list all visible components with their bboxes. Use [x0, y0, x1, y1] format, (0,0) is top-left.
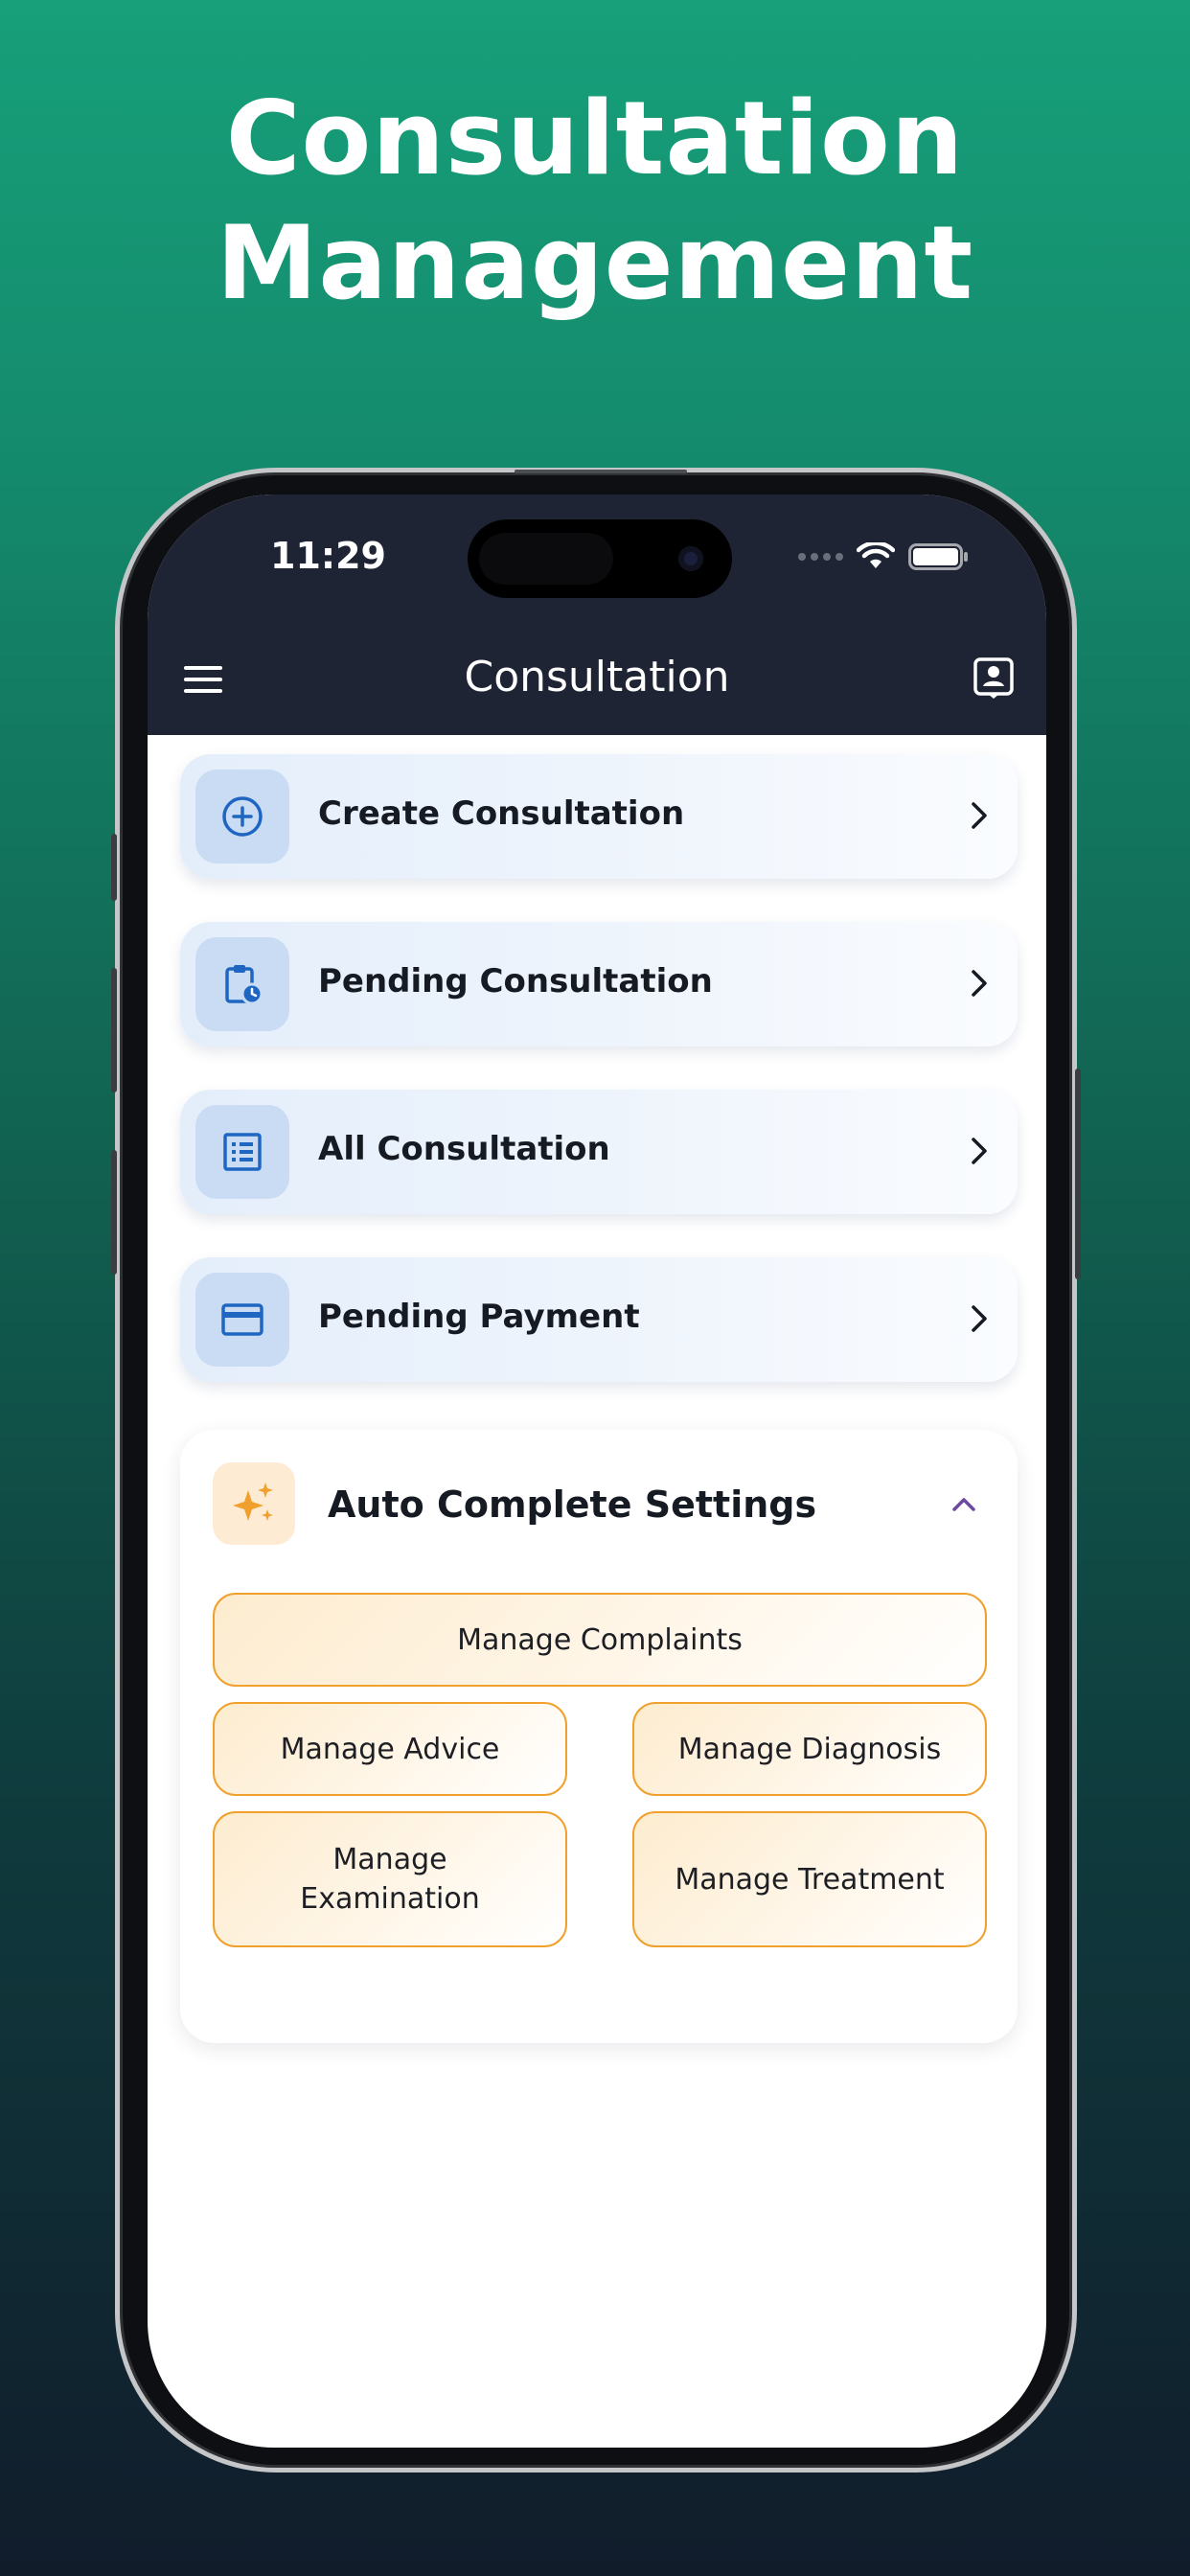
dynamic-island: [468, 519, 732, 598]
menu-item-label: Pending Consultation: [318, 962, 713, 1000]
manage-complaints-button[interactable]: Manage Complaints: [213, 1593, 987, 1687]
manage-examination-button[interactable]: Manage Examination: [213, 1811, 567, 1947]
chevron-right-icon: [972, 970, 987, 997]
plus-circle-icon: [222, 796, 263, 837]
power-button: [1075, 1069, 1081, 1279]
menu-icon-box: [195, 937, 289, 1031]
wifi-icon: [857, 542, 895, 568]
menu-item-label: Create Consultation: [318, 794, 685, 833]
status-icons: [798, 542, 970, 571]
island-sensor: [479, 533, 613, 585]
battery-icon: [908, 543, 968, 570]
pending-consultation-card[interactable]: Pending Consultation: [180, 922, 1018, 1046]
create-consultation-card[interactable]: Create Consultation: [180, 754, 1018, 879]
front-camera-icon: [678, 546, 703, 571]
manage-advice-button[interactable]: Manage Advice: [213, 1702, 567, 1796]
nav-bar: Consultation: [148, 624, 1046, 735]
nav-title: Consultation: [464, 653, 730, 702]
chevron-right-icon: [972, 1305, 987, 1332]
status-time: 11:29: [270, 535, 386, 577]
collapse-toggle[interactable]: [945, 1485, 983, 1524]
menu-item-label: Pending Payment: [318, 1298, 640, 1336]
action-button: [111, 834, 117, 901]
signal-dots-icon: [798, 553, 843, 561]
clipboard-clock-icon: [225, 965, 263, 1005]
manage-treatment-button[interactable]: Manage Treatment: [632, 1811, 987, 1947]
menu-icon-box: [195, 770, 289, 863]
promo-title-line2: Management: [216, 204, 974, 322]
list-icon: [223, 1133, 262, 1171]
settings-title: Auto Complete Settings: [328, 1484, 817, 1526]
menu-icon-box: [195, 1105, 289, 1199]
credit-card-icon: [221, 1303, 263, 1336]
settings-icon-box: [213, 1462, 295, 1545]
pending-payment-card[interactable]: Pending Payment: [180, 1257, 1018, 1382]
sparkles-icon: [233, 1483, 273, 1521]
menu-icon-box: [195, 1273, 289, 1367]
chevron-right-icon: [972, 802, 987, 829]
phone-screen: 11:29 Consultation Create Consultation P…: [148, 494, 1046, 2448]
status-bar: 11:29: [148, 494, 1046, 624]
manage-diagnosis-button[interactable]: Manage Diagnosis: [632, 1702, 987, 1796]
chevron-right-icon: [972, 1138, 987, 1164]
profile-button[interactable]: [972, 656, 1016, 701]
promo-title-line1: Consultation: [225, 80, 965, 197]
chevron-up-icon: [952, 1498, 975, 1511]
all-consultation-card[interactable]: All Consultation: [180, 1090, 1018, 1214]
profile-card-icon: [973, 657, 1014, 699]
menu-item-label: All Consultation: [318, 1130, 610, 1168]
volume-down-button: [111, 1150, 117, 1275]
top-speaker: [515, 470, 687, 473]
promo-title: Consultation Management: [0, 77, 1190, 326]
volume-up-button: [111, 968, 117, 1092]
auto-complete-settings-card: Auto Complete Settings Manage Complaints…: [180, 1430, 1018, 2043]
